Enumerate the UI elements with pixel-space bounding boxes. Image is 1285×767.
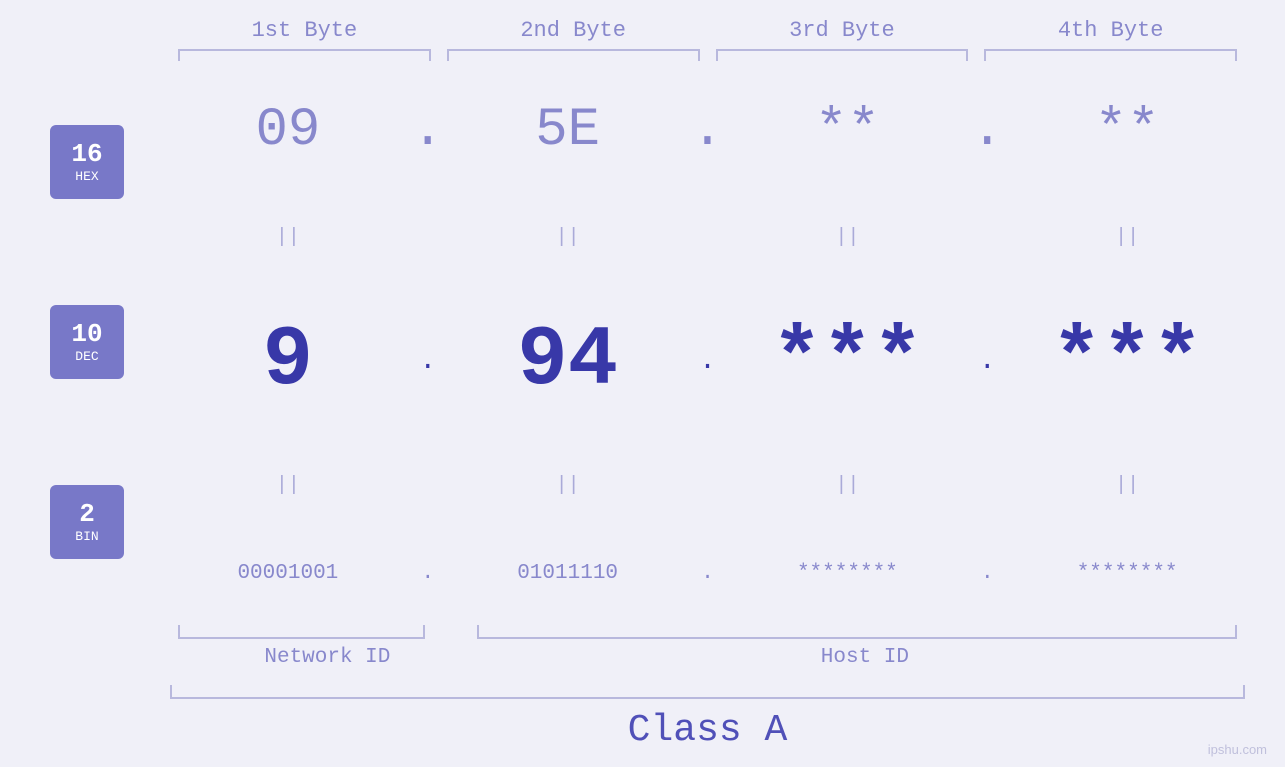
app-container: 1st Byte 2nd Byte 3rd Byte 4th Byte 16 H… xyxy=(0,0,1285,767)
bin-byte3: ******** xyxy=(730,562,966,585)
bin-badge-number: 2 xyxy=(79,500,95,529)
dec-row: 9 . 94 . *** . xyxy=(170,314,1245,409)
watermark: ipshu.com xyxy=(1208,742,1267,757)
hex-byte4: ** xyxy=(1009,100,1245,161)
bin-badge-label: BIN xyxy=(75,529,98,544)
hex-sep2: . xyxy=(686,100,730,161)
host-id-label: Host ID xyxy=(485,646,1245,669)
eq2-b2: || xyxy=(450,474,686,497)
network-id-label: Network ID xyxy=(170,646,485,669)
hex-sep1: . xyxy=(406,100,450,161)
bracket-byte4 xyxy=(984,49,1237,63)
bin-sep1: . xyxy=(406,562,450,585)
eq2-b3: || xyxy=(730,474,966,497)
dec-byte1: 9 xyxy=(170,314,406,409)
equals-row-2: || || || || xyxy=(170,474,1245,497)
bracket-byte1 xyxy=(178,49,431,63)
top-bracket xyxy=(170,49,1245,63)
dec-badge-number: 10 xyxy=(71,320,102,349)
bin-byte1: 00001001 xyxy=(170,562,406,585)
id-labels-row: Network ID Host ID xyxy=(170,646,1245,669)
eq1-b2: || xyxy=(450,226,686,249)
host-bracket xyxy=(477,621,1237,639)
hex-sep3: . xyxy=(965,100,1009,161)
bytes-area: 09 . 5E . ** . xyxy=(170,67,1245,617)
eq2-b4: || xyxy=(1009,474,1245,497)
eq1-b1: || xyxy=(170,226,406,249)
bottom-brackets xyxy=(170,621,1245,639)
hex-badge: 16 HEX xyxy=(50,125,124,199)
class-label: Class A xyxy=(170,709,1245,752)
byte-headers: 1st Byte 2nd Byte 3rd Byte 4th Byte xyxy=(170,18,1245,43)
eq1-b4: || xyxy=(1009,226,1245,249)
byte3-header: 3rd Byte xyxy=(708,18,977,43)
dec-byte4: *** xyxy=(1009,314,1245,409)
dec-sep2: . xyxy=(686,346,730,377)
dec-byte3: *** xyxy=(730,314,966,409)
outer-bracket xyxy=(170,683,1245,699)
main-content: 16 HEX 10 DEC 2 BIN 09 xyxy=(45,67,1245,617)
bin-sep2: . xyxy=(686,562,730,585)
badges-column: 16 HEX 10 DEC 2 BIN xyxy=(45,67,170,617)
dec-sep1: . xyxy=(406,346,450,377)
bin-byte2: 01011110 xyxy=(450,562,686,585)
dec-sep3: . xyxy=(965,346,1009,377)
dec-byte2: 94 xyxy=(450,314,686,409)
bracket-byte3 xyxy=(716,49,969,63)
byte1-header: 1st Byte xyxy=(170,18,439,43)
hex-badge-number: 16 xyxy=(71,140,102,169)
byte2-header: 2nd Byte xyxy=(439,18,708,43)
hex-byte3: ** xyxy=(730,100,966,161)
bin-row: 00001001 . 01011110 . ******** xyxy=(170,562,1245,585)
network-bracket xyxy=(178,621,425,639)
equals-row-1: || || || || xyxy=(170,226,1245,249)
bin-sep3: . xyxy=(965,562,1009,585)
bracket-byte2 xyxy=(447,49,700,63)
hex-byte1: 09 xyxy=(170,100,406,161)
dec-badge-label: DEC xyxy=(75,349,98,364)
bin-badge: 2 BIN xyxy=(50,485,124,559)
hex-byte2: 5E xyxy=(450,100,686,161)
hex-row: 09 . 5E . ** . xyxy=(170,100,1245,161)
hex-badge-label: HEX xyxy=(75,169,98,184)
bin-byte4: ******** xyxy=(1009,562,1245,585)
dec-badge: 10 DEC xyxy=(50,305,124,379)
eq1-b3: || xyxy=(730,226,966,249)
byte4-header: 4th Byte xyxy=(976,18,1245,43)
eq2-b1: || xyxy=(170,474,406,497)
